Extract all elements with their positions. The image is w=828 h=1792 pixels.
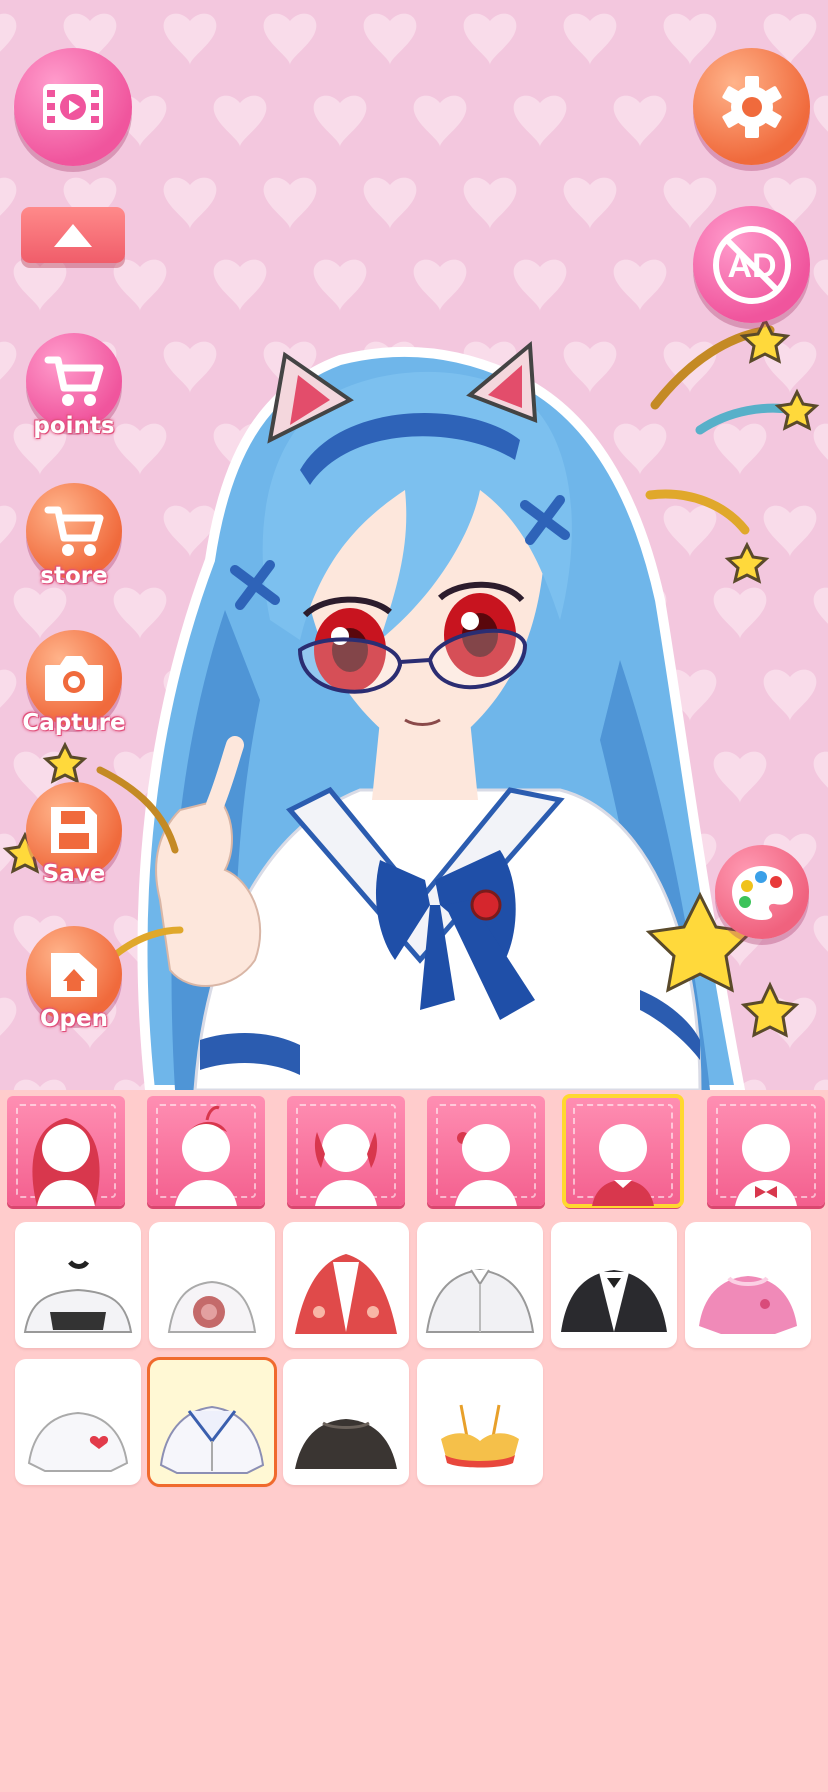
heart-tshirt-icon	[27, 1411, 129, 1472]
capture-label: Capture	[22, 710, 126, 736]
bikini-top-icon	[441, 1404, 519, 1468]
tab-front-hair[interactable]	[147, 1096, 265, 1206]
pink-sweater-icon	[699, 1276, 797, 1334]
settings-button[interactable]	[693, 48, 810, 165]
item-red-bear-cape[interactable]	[283, 1222, 409, 1348]
anime-character	[2, 316, 820, 1090]
item-black-blazer[interactable]	[551, 1222, 677, 1348]
palette-icon	[732, 866, 793, 920]
video-film-icon	[43, 84, 103, 130]
cart-icon	[44, 356, 104, 406]
folder-open-icon	[51, 953, 97, 997]
save-label: Save	[42, 861, 106, 887]
collapse-button[interactable]	[21, 207, 125, 263]
maid-collar-top-icon	[23, 1260, 133, 1333]
tab-neckwear[interactable]	[707, 1096, 825, 1206]
camera-icon	[45, 656, 103, 701]
front-hair-head-icon	[175, 1106, 237, 1206]
video-reward-button[interactable]	[14, 48, 132, 166]
item-dark-top[interactable]	[283, 1359, 409, 1485]
remove-ads-button[interactable]: AD	[693, 206, 810, 323]
no-ads-icon: AD	[712, 225, 791, 304]
gear-icon	[721, 75, 782, 138]
dark-top-icon	[295, 1419, 397, 1469]
side-hair-head-icon	[314, 1124, 378, 1206]
points-label: points	[33, 413, 115, 439]
arrow-up-icon	[54, 224, 92, 247]
item-striped-shirt[interactable]	[417, 1222, 543, 1348]
long-hair-head-icon	[32, 1118, 100, 1206]
item-sailor-shirt[interactable]	[147, 1357, 277, 1487]
rose-blouse-icon	[167, 1280, 257, 1333]
top-shirt-head-icon	[592, 1124, 654, 1206]
tab-side-hair[interactable]	[287, 1096, 405, 1206]
floppy-disk-icon	[51, 807, 97, 853]
item-maid-top[interactable]	[15, 1222, 141, 1348]
palette-button[interactable]	[715, 845, 809, 939]
tab-top[interactable]	[562, 1094, 684, 1208]
head-silhouette-icon	[455, 1124, 517, 1206]
dressup-stage	[0, 0, 828, 1090]
cart-icon	[44, 506, 104, 556]
item-heart-tshirt[interactable]	[15, 1359, 141, 1485]
tab-long-hair[interactable]	[7, 1096, 125, 1206]
open-label: Open	[40, 1006, 108, 1032]
white-shirt-icon	[425, 1268, 535, 1333]
sailor-shirt-icon	[159, 1405, 265, 1474]
tab-hair-accessory[interactable]	[427, 1096, 545, 1206]
item-frill-bikini[interactable]	[417, 1359, 543, 1485]
bow-tie-head-icon	[735, 1124, 797, 1206]
store-label: store	[40, 563, 108, 589]
item-pink-sweater[interactable]	[685, 1222, 811, 1348]
black-blazer-icon	[561, 1270, 667, 1332]
item-rose-blouse[interactable]	[149, 1222, 275, 1348]
red-cape-icon	[295, 1254, 397, 1334]
